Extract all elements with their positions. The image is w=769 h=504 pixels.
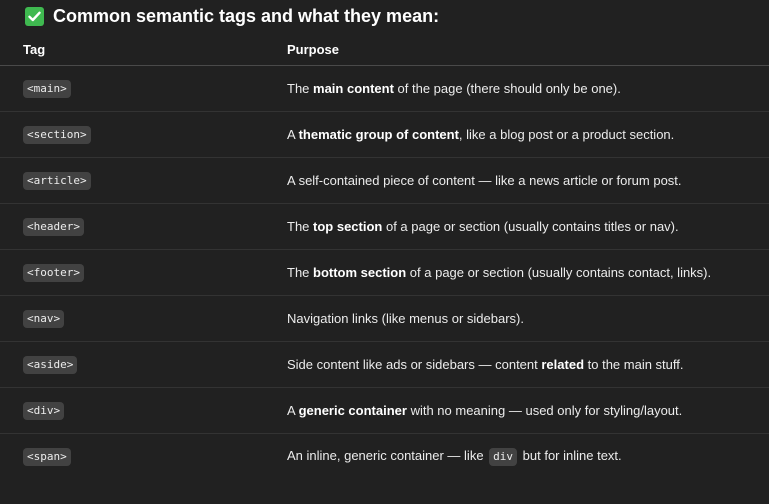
purpose-text: Navigation links (like menus or sidebars… [287,311,524,326]
purpose-emphasis: generic container [298,403,407,418]
table-body: <main> The main content of the page (ther… [0,66,769,479]
semantic-tags-table: Tag Purpose <main> The main content of th… [0,34,769,479]
purpose-text: , like a blog post or a product section. [458,127,675,142]
purpose-cell: A self-contained piece of content — like… [287,173,769,188]
purpose-text: The [287,265,314,280]
purpose-text: Side content like ads or sidebars — cont… [287,357,542,372]
column-header-purpose: Purpose [287,42,340,57]
table-row: <section> A thematic group of content, li… [0,112,769,158]
purpose-cell: The bottom section of a page or section … [287,265,769,280]
tag-cell: <aside> [0,355,287,374]
table-row: <aside> Side content like ads or sidebars… [0,342,769,388]
tag-code: <footer> [23,263,84,282]
heading-title: Common semantic tags and what they mean: [53,5,440,26]
check-mark-button-icon [25,6,44,26]
tag-cell: <main> [0,79,287,98]
purpose-cell: The main content of the page (there shou… [287,81,769,96]
tag-code: <nav> [23,309,65,328]
purpose-text: but for inline text. [519,447,622,463]
purpose-cell: An inline, generic container — like div … [287,447,769,466]
table-row: <span> An inline, generic container — lik… [0,434,769,479]
purpose-emphasis: main content [313,81,394,96]
section-heading: Common semantic tags and what they mean: [25,4,439,28]
tag-cell: <footer> [0,263,287,282]
table-header-row: Tag Purpose [0,34,769,66]
purpose-text: to the main stuff. [584,357,684,372]
purpose-emphasis: related [541,357,585,372]
purpose-emphasis: thematic group of content [298,127,459,142]
table-row: <header> The top section of a page or sec… [0,204,769,250]
purpose-text: The [287,81,314,96]
purpose-cell: Side content like ads or sidebars — cont… [287,357,769,372]
table-row: <article> A self-contained piece of conte… [0,158,769,204]
tag-cell: <div> [0,401,287,420]
tag-code: <article> [23,171,91,190]
purpose-text: A [287,127,299,142]
inline-code: div [489,447,518,466]
tag-code: <main> [23,79,71,98]
table-row: <footer> The bottom section of a page or … [0,250,769,296]
purpose-text: An inline, generic container — like [287,447,488,463]
purpose-text: The [287,219,314,234]
tag-cell: <header> [0,217,287,236]
tag-cell: <article> [0,171,287,190]
table-row: <nav> Navigation links (like menus or sid… [0,296,769,342]
purpose-text: of the page (there should only be one). [393,81,621,96]
purpose-text: A [287,403,299,418]
tag-code: <span> [23,447,71,466]
tag-cell: <nav> [0,309,287,328]
tag-code: <section> [23,125,91,144]
purpose-cell: The top section of a page or section (us… [287,219,769,234]
purpose-emphasis: bottom section [313,265,407,280]
tag-cell: <section> [0,125,287,144]
purpose-cell: A generic container with no meaning — us… [287,403,769,418]
tag-code: <header> [23,217,84,236]
purpose-cell: A thematic group of content, like a blog… [287,127,769,142]
tag-code: <aside> [23,355,78,374]
column-header-tag: Tag [23,42,46,57]
purpose-text: of a page or section (usually contains c… [406,265,712,280]
table-row: <div> A generic container with no meaning… [0,388,769,434]
purpose-emphasis: top section [313,219,383,234]
purpose-text: with no meaning — used only for styling/… [406,403,683,418]
purpose-text: A self-contained piece of content — like… [287,173,682,188]
purpose-cell: Navigation links (like menus or sidebars… [287,311,769,326]
purpose-text: of a page or section (usually contains t… [382,219,679,234]
table-row: <main> The main content of the page (ther… [0,66,769,112]
tag-code: <div> [23,401,65,420]
tag-cell: <span> [0,447,287,466]
